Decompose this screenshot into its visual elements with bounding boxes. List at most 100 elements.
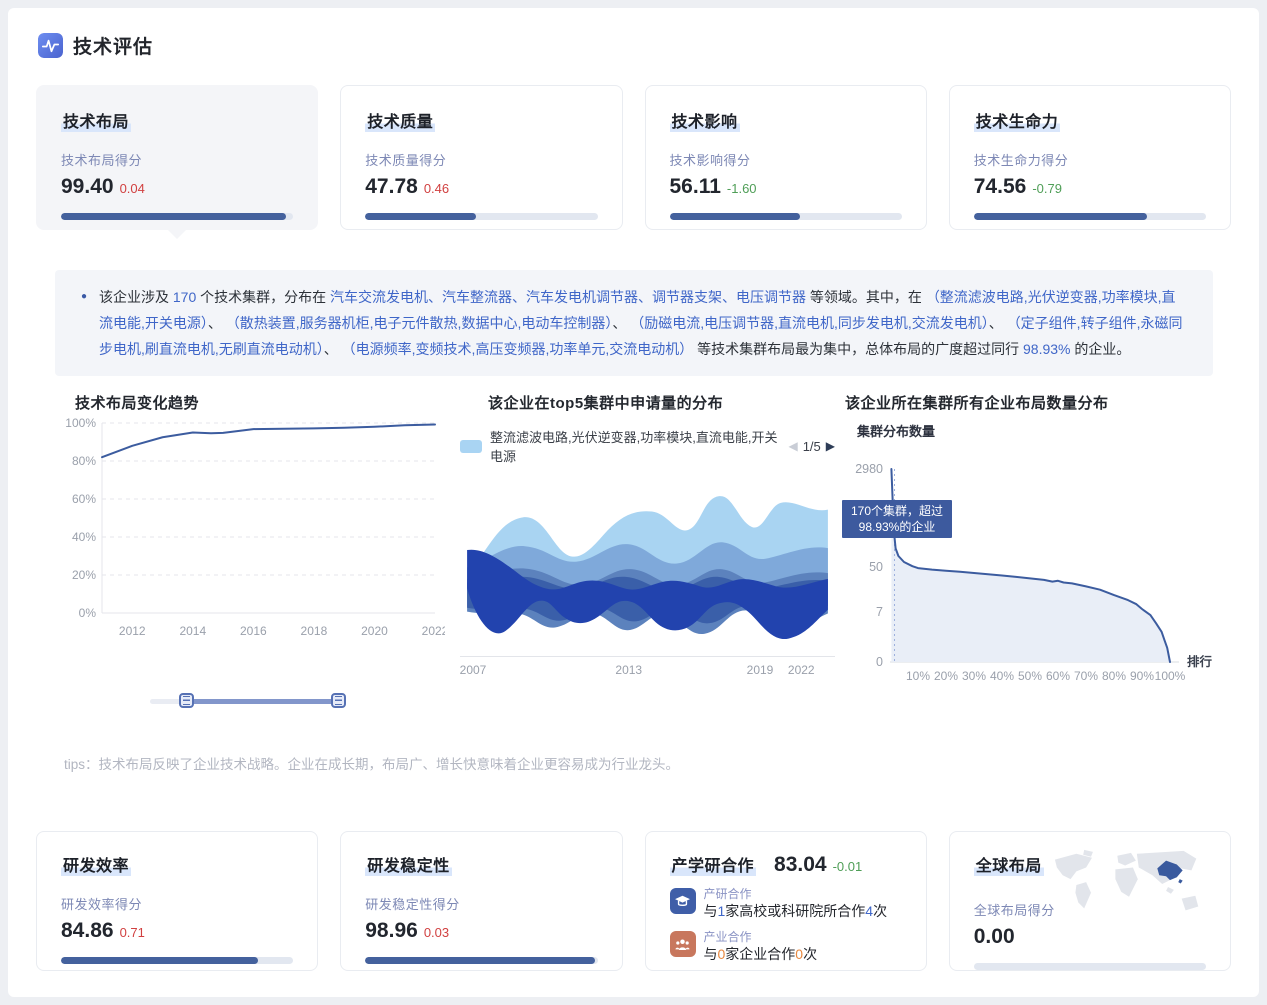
card-tech-vitality[interactable]: 技术生命力 技术生命力得分 74.56 -0.79	[949, 85, 1231, 230]
score-label: 技术质量得分	[365, 150, 597, 169]
legend-label: 整流滤波电路,光伏逆变器,功率模块,直流电能,开关电源	[490, 427, 788, 465]
stream-x-axis-line	[460, 656, 835, 657]
svg-text:7: 7	[876, 605, 883, 619]
stream-legend: 整流滤波电路,光伏逆变器,功率模块,直流电能,开关电源 ◀ 1/5 ▶	[460, 427, 835, 465]
score-value: 98.96	[365, 919, 418, 943]
svg-text:0%: 0%	[79, 606, 97, 620]
slider-handle-right[interactable]	[331, 693, 346, 708]
svg-text:100%: 100%	[65, 416, 96, 430]
metric-cards-row: 技术布局 技术布局得分 99.40 0.04 技术质量 技术质量得分 47.78…	[36, 85, 1231, 230]
bullet-icon: ●	[81, 284, 99, 362]
card-title: 研发效率	[61, 852, 131, 876]
card-industry-academia-cooperation[interactable]: 产学研合作 83.04 -0.01 产研合作 与1家高校或科研院所合作4次	[645, 831, 927, 971]
card-tech-impact[interactable]: 技术影响 技术影响得分 56.11 -1.60	[645, 85, 927, 230]
progress-bar	[974, 213, 1206, 220]
pager-prev-icon[interactable]: ◀	[788, 439, 797, 453]
score-value: 84.86	[61, 919, 114, 943]
card-global-layout[interactable]: 全球布局 全球布局得分 0.00	[949, 831, 1231, 971]
progress-bar	[365, 957, 597, 964]
card-title: 技术生命力	[974, 108, 1061, 132]
score-delta: 0.03	[424, 925, 449, 940]
rank-y-axis-label: 集群分布数量	[857, 421, 1240, 440]
card-title: 技术影响	[670, 108, 740, 132]
svg-text:90%: 90%	[1130, 669, 1154, 683]
x-tick: 2007	[460, 663, 487, 677]
svg-text:排行: 排行	[1187, 654, 1213, 669]
cooperation-label: 产研合作	[704, 888, 888, 901]
rank-area-chart: 2980507010%20%30%40%50%60%70%80%90%100%排…	[845, 444, 1240, 692]
x-tick: 2019	[747, 663, 774, 677]
pager-next-icon[interactable]: ▶	[826, 439, 835, 453]
stream-x-labels: 2007 2013 2019 2022	[460, 663, 835, 681]
academia-cooperation-row: 产研合作 与1家高校或科研院所合作4次	[670, 888, 902, 920]
svg-text:30%: 30%	[962, 669, 986, 683]
card-rd-stability[interactable]: 研发稳定性 研发稳定性得分 98.96 0.03	[340, 831, 622, 971]
stream-chart-title: 该企业在top5集群中申请量的分布	[488, 392, 835, 413]
card-title: 技术质量	[365, 108, 435, 132]
slider-handle-left[interactable]	[179, 693, 194, 708]
score-label: 技术布局得分	[61, 150, 293, 169]
summary-text: 该企业涉及 170 个技术集群，分布在 汽车交流发电机、汽车整流器、汽车发电机调…	[99, 284, 1187, 362]
svg-text:2980: 2980	[855, 462, 883, 476]
slider-selected-range[interactable]	[186, 699, 338, 704]
score-value: 83.04	[774, 853, 827, 877]
streamgraph-svg	[460, 475, 835, 653]
score-delta: 0.71	[120, 925, 145, 940]
card-title: 全球布局	[974, 852, 1044, 876]
svg-text:0: 0	[876, 655, 883, 669]
svg-text:50%: 50%	[1018, 669, 1042, 683]
world-map	[1046, 846, 1214, 924]
summary-block: ● 该企业涉及 170 个技术集群，分布在 汽车交流发电机、汽车整流器、汽车发电…	[55, 270, 1213, 376]
graduation-cap-icon	[670, 888, 696, 914]
svg-text:2014: 2014	[179, 624, 206, 638]
svg-text:60%: 60%	[1046, 669, 1070, 683]
trend-line-chart: 100%80%60%40%20%0%2012201420162018202020…	[60, 413, 445, 648]
card-title: 技术布局	[61, 108, 131, 132]
score-label: 研发稳定性得分	[365, 894, 597, 913]
score-label: 研发效率得分	[61, 894, 293, 913]
legend-swatch	[460, 440, 482, 453]
rank-chart: 2980507010%20%30%40%50%60%70%80%90%100%排…	[845, 444, 1240, 697]
score-value: 56.11	[670, 175, 721, 199]
rank-tooltip-line2: 98.93%的企业	[851, 519, 943, 535]
svg-text:20%: 20%	[72, 568, 96, 582]
score-value: 99.40	[61, 175, 114, 199]
score-delta: -1.60	[727, 181, 757, 196]
svg-text:2018: 2018	[301, 624, 328, 638]
score-value: 47.78	[365, 175, 418, 199]
charts-row: 技术布局变化趋势 100% 80% 60% 40% 20% 0% 2012 2014 2016 2…	[60, 392, 1259, 709]
industry-cooperation-row: 产业合作 与0家企业合作0次	[670, 931, 902, 963]
score-label: 技术生命力得分	[974, 150, 1206, 169]
streamgraph: 2007 2013 2019 2022	[460, 475, 835, 681]
rank-chart-title: 该企业所在集群所有企业布局数量分布	[845, 392, 1240, 413]
svg-text:10%: 10%	[906, 669, 930, 683]
progress-bar	[365, 213, 597, 220]
progress-bar	[61, 957, 293, 964]
svg-text:80%: 80%	[1102, 669, 1126, 683]
tips-text: tips：技术布局反映了企业技术战略。企业在成长期，布局广、增长快意味着企业更容…	[64, 753, 1259, 773]
card-tech-layout[interactable]: 技术布局 技术布局得分 99.40 0.04	[36, 85, 318, 230]
time-range-slider[interactable]	[150, 693, 346, 709]
card-title: 研发稳定性	[365, 852, 452, 876]
card-tech-quality[interactable]: 技术质量 技术质量得分 47.78 0.46	[340, 85, 622, 230]
svg-text:40%: 40%	[72, 530, 96, 544]
trend-chart-section: 技术布局变化趋势 100%80%60%40%20%0%2012201420162…	[60, 392, 445, 709]
cooperation-label: 产业合作	[704, 931, 818, 944]
svg-text:2012: 2012	[119, 624, 146, 638]
pager-page: 1/5	[803, 439, 821, 454]
svg-text:70%: 70%	[1074, 669, 1098, 683]
card-rd-efficiency[interactable]: 研发效率 研发效率得分 84.86 0.71	[36, 831, 318, 971]
rank-tooltip-line1: 170个集群，超过	[851, 503, 943, 519]
rank-tooltip: 170个集群，超过 98.93%的企业	[842, 500, 952, 538]
trend-chart-title: 技术布局变化趋势	[75, 392, 445, 413]
pulse-chart-icon	[38, 33, 63, 58]
svg-text:2016: 2016	[240, 624, 267, 638]
x-tick: 2022	[788, 663, 815, 677]
stream-chart-section: 该企业在top5集群中申请量的分布 整流滤波电路,光伏逆变器,功率模块,直流电能…	[460, 392, 835, 709]
svg-text:40%: 40%	[990, 669, 1014, 683]
rank-chart-section: 该企业所在集群所有企业布局数量分布 集群分布数量 2980507010%20%3…	[845, 392, 1240, 709]
bottom-cards-row: 研发效率 研发效率得分 84.86 0.71 研发稳定性 研发稳定性得分 98.…	[36, 831, 1231, 971]
tech-assessment-panel: 技术评估 技术布局 技术布局得分 99.40 0.04 技术质量 技术质量得分 …	[8, 8, 1259, 997]
score-delta: 0.46	[424, 181, 449, 196]
svg-text:100%: 100%	[1155, 669, 1186, 683]
